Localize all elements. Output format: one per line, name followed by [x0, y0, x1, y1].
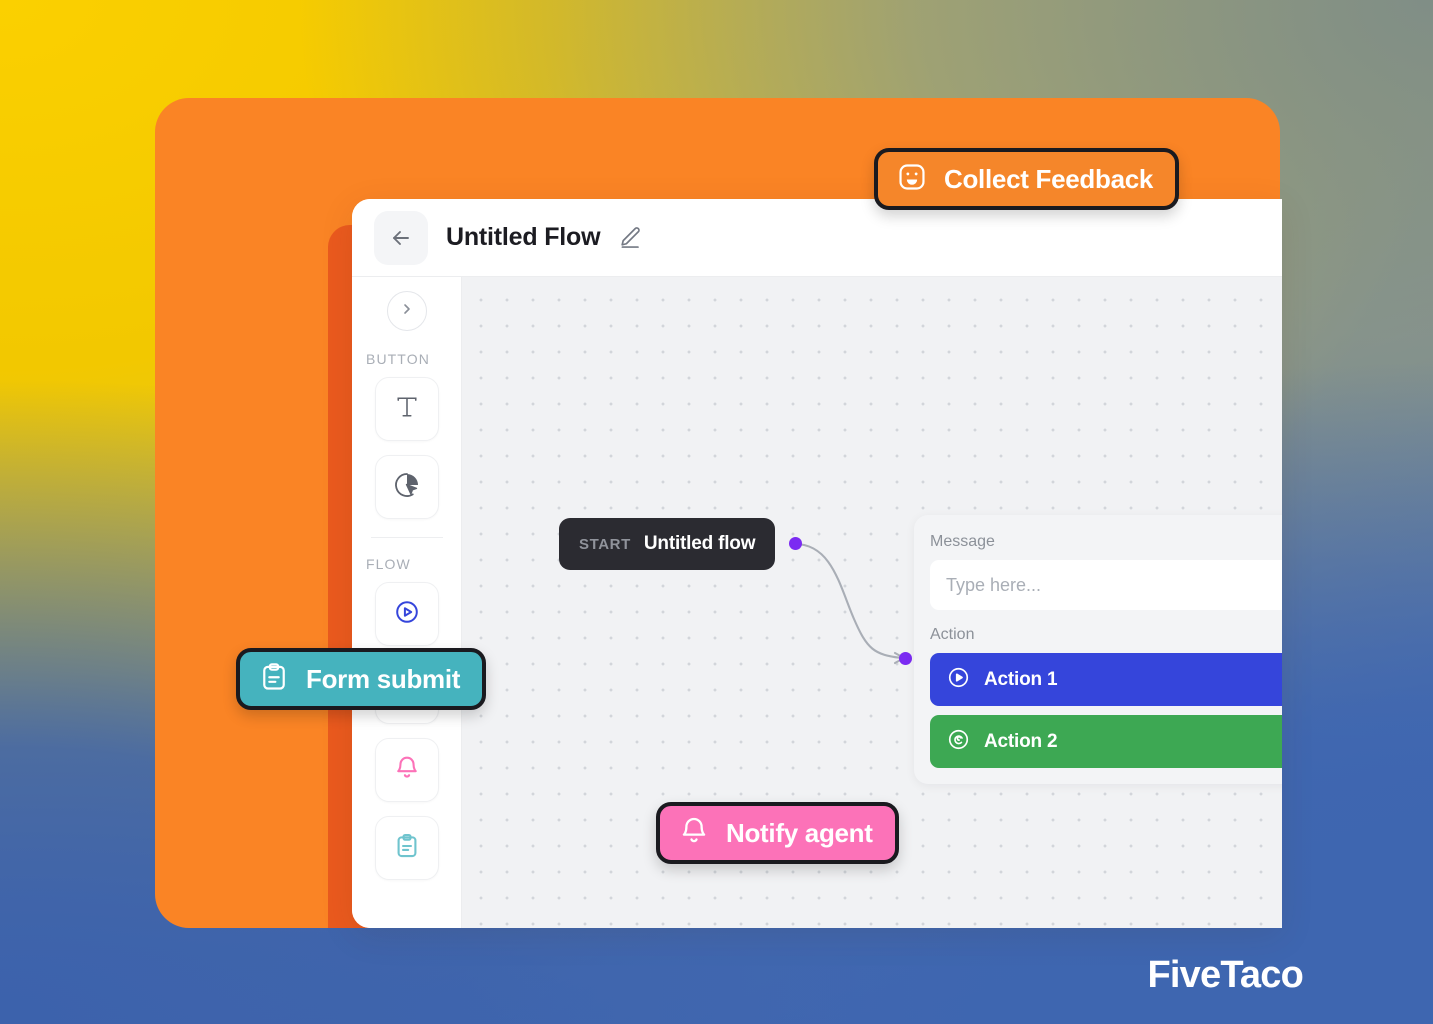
sidebar-section-label-button: BUTTON	[366, 351, 430, 367]
tool-notify[interactable]	[374, 738, 439, 802]
target-swirl-icon	[946, 727, 971, 757]
message-label: Message	[930, 533, 995, 550]
tool-text[interactable]	[374, 377, 439, 441]
bell-icon	[678, 815, 710, 852]
brand-logo: FiveTaco	[1147, 954, 1303, 996]
pill-form-submit-label: Form submit	[306, 663, 461, 694]
panel-input-port[interactable]	[899, 652, 912, 665]
text-icon	[392, 392, 422, 427]
message-action-panel: Message Action Action 1	[914, 515, 1282, 784]
clipboard-icon	[258, 661, 290, 698]
cursor-click-icon	[392, 470, 422, 505]
action-row-1[interactable]: Action 1	[930, 653, 1282, 706]
play-circle-icon	[946, 665, 971, 695]
tool-cursor[interactable]	[374, 455, 439, 519]
arrow-left-icon	[389, 226, 413, 250]
pill-collect-feedback-label: Collect Feedback	[944, 163, 1154, 194]
start-node-name: Untitled flow	[643, 533, 756, 554]
panel-spacer	[930, 610, 1282, 626]
sidebar-divider	[370, 537, 443, 538]
start-node-output-port[interactable]	[789, 537, 802, 550]
start-node-kicker: START	[579, 535, 631, 553]
tool-sidebar: BUTTON FLOW	[352, 277, 462, 928]
smiley-square-icon	[896, 161, 928, 198]
page-title: Untitled Flow	[446, 223, 601, 251]
pill-notify-agent-label: Notify agent	[726, 817, 873, 848]
action-label: Action	[930, 626, 975, 643]
page-root: { "brand": { "name": "FiveTaco" }, "colo…	[0, 0, 1433, 1024]
clipboard-icon	[393, 832, 421, 865]
action-1-label: Action 1	[984, 668, 1058, 690]
app-header: Untitled Flow	[352, 199, 1282, 277]
action-2-label: Action 2	[984, 730, 1058, 752]
tool-form[interactable]	[374, 816, 439, 880]
start-node[interactable]: START Untitled flow	[559, 518, 776, 570]
bell-icon	[393, 754, 421, 787]
pencil-icon[interactable]	[618, 225, 643, 250]
sidebar-collapse-button[interactable]	[386, 291, 427, 331]
pill-form-submit[interactable]: Form submit	[236, 648, 487, 710]
pill-collect-feedback[interactable]: Collect Feedback	[874, 148, 1180, 210]
action-play-icon	[393, 598, 421, 631]
pill-notify-agent[interactable]: Notify agent	[656, 802, 899, 864]
back-button[interactable]	[374, 210, 428, 265]
message-input[interactable]	[930, 560, 1282, 610]
action-row-2[interactable]: Action 2	[930, 715, 1282, 768]
sidebar-section-label-flow: FLOW	[366, 556, 411, 572]
tool-action[interactable]	[374, 582, 439, 646]
chevron-right-icon	[399, 301, 415, 322]
